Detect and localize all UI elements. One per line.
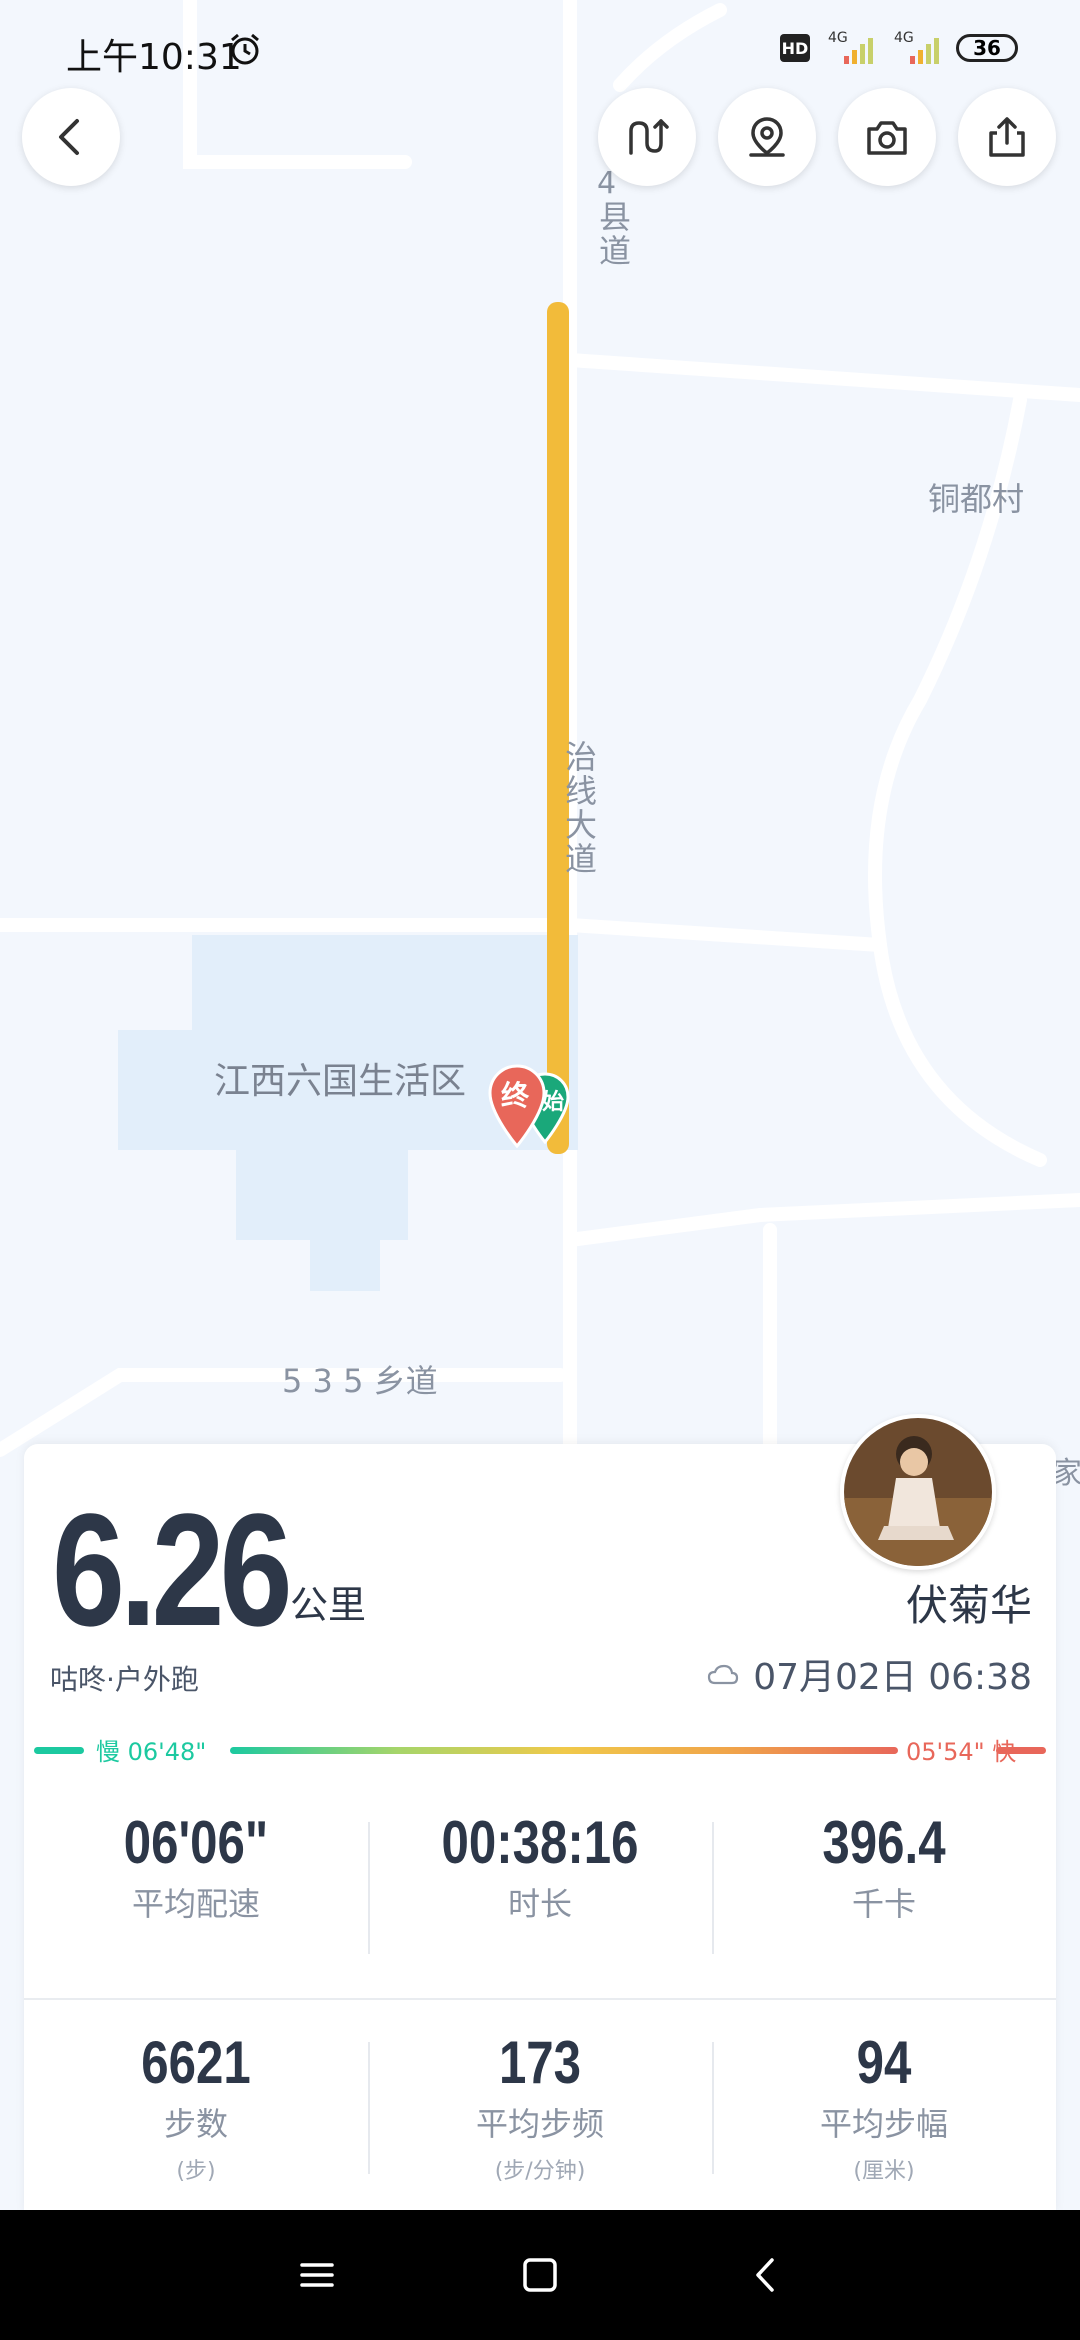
- map-label-area: 江西六国生活区: [214, 1061, 467, 1102]
- divider: [712, 1822, 714, 1954]
- stat-value: 94: [856, 2029, 912, 2096]
- pace-bar: 慢 06'48" 05'54" 快: [34, 1732, 1046, 1766]
- stat-calories: 396.4 千卡: [712, 1808, 1056, 1925]
- distance-value: 6.26: [52, 1480, 293, 1659]
- divider: [712, 2042, 714, 2174]
- signal-icon-1: 4G: [826, 30, 886, 66]
- battery-indicator: 36: [956, 34, 1018, 62]
- stat-avg-pace: 06'06" 平均配速: [24, 1808, 368, 1925]
- map-label-township-road: 5 3 5 乡道: [282, 1362, 438, 1400]
- location-button[interactable]: [718, 88, 816, 186]
- stat-label: 步数: [163, 2105, 228, 2143]
- avatar[interactable]: [840, 1414, 996, 1570]
- date-row: 07月02日 06:38: [707, 1648, 1032, 1700]
- activity-date: 07月02日 06:38: [753, 1657, 1032, 1698]
- stat-unit: (步): [176, 2159, 216, 2184]
- divider: [368, 1822, 370, 1954]
- route-map[interactable]: 县道 4 铜都村 治线大道 江西六国生活区 5 3 5 乡道 家 始 终: [0, 0, 1080, 1491]
- share-button[interactable]: [958, 88, 1056, 186]
- route-switch-button[interactable]: [598, 88, 696, 186]
- map-label-county-road: 县道: [594, 200, 632, 268]
- user-name: 伏菊华: [905, 1581, 1032, 1630]
- stat-value: 00:38:16: [441, 1809, 639, 1876]
- stats-row-2: 6621 步数 (步) 173 平均步频 (步/分钟) 94 平均步幅 (厘米): [24, 2028, 1056, 2185]
- activity-type: 咕咚·户外跑: [50, 1663, 199, 1696]
- stat-unit: (厘米): [853, 2159, 915, 2184]
- pace-slow-label: 慢 06'48": [96, 1738, 207, 1766]
- cloud-icon: [708, 1664, 739, 1685]
- pace-bar-slow-cap: [34, 1747, 84, 1754]
- route-path: [547, 302, 569, 1154]
- menu-icon[interactable]: [292, 2250, 342, 2300]
- stat-stride: 94 平均步幅 (厘米): [712, 2028, 1056, 2185]
- stats-row-1: 06'06" 平均配速 00:38:16 时长 396.4 千卡: [24, 1808, 1056, 1925]
- divider: [24, 1998, 1056, 2000]
- signal-icon-2: 4G: [892, 30, 952, 66]
- map-label-road-vertical: 治线大道: [560, 740, 598, 876]
- stat-label: 平均配速: [131, 1885, 260, 1923]
- end-marker-label: 终: [501, 1079, 530, 1112]
- status-bar: 上午10:31 HD 4G 4G 36: [0, 0, 1080, 98]
- map-label-edge: 家: [1052, 1456, 1080, 1491]
- hd-badge: HD: [780, 34, 810, 62]
- stat-label: 时长: [507, 1885, 572, 1923]
- stat-value: 173: [498, 2029, 582, 2096]
- stat-steps: 6621 步数 (步): [24, 2028, 368, 2185]
- pace-bar-fast-cap: [996, 1747, 1046, 1754]
- home-icon[interactable]: [515, 2250, 565, 2300]
- divider: [368, 2042, 370, 2174]
- stat-value: 06'06": [123, 1809, 269, 1876]
- camera-button[interactable]: [838, 88, 936, 186]
- map-roads: [0, 0, 1080, 1460]
- share-icon: [989, 117, 1025, 157]
- end-marker[interactable]: 终: [488, 1064, 546, 1149]
- stat-cadence: 173 平均步频 (步/分钟): [368, 2028, 712, 2185]
- location-pin-icon: [749, 117, 785, 157]
- alarm-icon: [231, 33, 259, 65]
- distance-unit: 公里: [290, 1583, 367, 1627]
- stat-duration: 00:38:16 时长: [368, 1808, 712, 1925]
- stat-label: 平均步幅: [819, 2105, 948, 2143]
- pace-gradient-line: [230, 1747, 898, 1754]
- system-nav-bar: [0, 2210, 1080, 2340]
- back-button[interactable]: [22, 88, 120, 186]
- summary-card: 6.26 公里 伏菊华 咕咚·户外跑 07月02日 06:38 慢 06'48"…: [24, 1414, 1056, 2214]
- stat-value: 6621: [141, 2029, 251, 2096]
- stat-label: 平均步频: [475, 2105, 604, 2143]
- map-label-village: 铜都村: [928, 480, 1025, 518]
- status-time: 上午10:31: [66, 37, 242, 78]
- chevron-left-icon: [59, 119, 79, 155]
- back-nav-icon[interactable]: [742, 2250, 792, 2300]
- stat-label: 千卡: [851, 1885, 916, 1923]
- route-switch-icon: [629, 119, 669, 155]
- camera-icon: [867, 121, 907, 155]
- stat-unit: (步/分钟): [494, 2159, 586, 2184]
- stat-value: 396.4: [822, 1809, 946, 1876]
